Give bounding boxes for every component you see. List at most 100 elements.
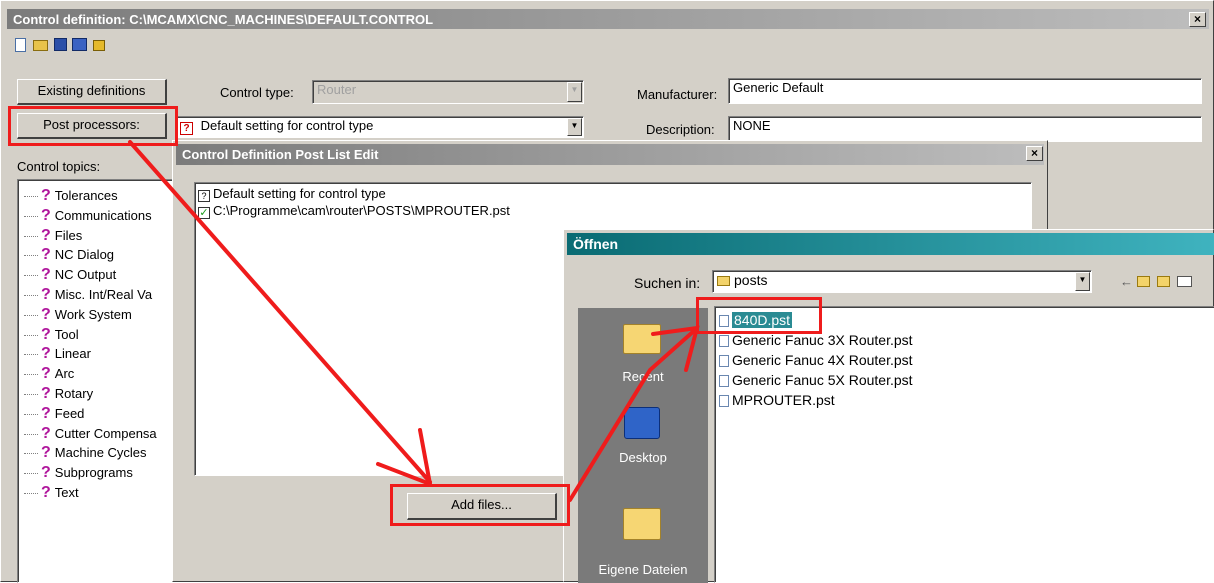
- highlight-add-files: [390, 484, 570, 526]
- tree-topic-item[interactable]: ? Communications: [24, 206, 152, 226]
- question-icon: ?: [41, 385, 51, 402]
- tree-topic-item[interactable]: ? Tolerances: [24, 186, 118, 206]
- tree-connector: [24, 493, 38, 495]
- control-topics-tree[interactable]: ? Tolerances? Communications? Files? NC Dial…: [17, 179, 177, 583]
- look-in-label: Suchen in:: [634, 275, 701, 291]
- unlock-icon[interactable]: [93, 40, 105, 51]
- description-field[interactable]: NONE: [728, 116, 1202, 142]
- post-list-title: Control Definition Post List Edit: [182, 147, 379, 162]
- tree-connector: [24, 433, 38, 435]
- question-icon: ?: [41, 187, 51, 204]
- tree-topic-item[interactable]: ? NC Output: [24, 265, 116, 285]
- question-icon: ?: [41, 365, 51, 383]
- tree-topic-item[interactable]: ? Text: [24, 483, 79, 503]
- post-list-item[interactable]: ✓ C:\Programme\cam\router\POSTS\MPROUTER.…: [198, 202, 510, 219]
- save-icon[interactable]: [54, 38, 67, 51]
- tree-topic-label: NC Dialog: [54, 247, 115, 263]
- tree-topic-label: Linear: [54, 346, 91, 362]
- question-icon: ?: [41, 226, 51, 244]
- description-label: Description:: [646, 122, 715, 137]
- main-title-bar: Control definition: C:\MCAMX\CNC_MACHINE…: [7, 9, 1209, 29]
- question-icon: ?: [41, 444, 51, 462]
- look-in-combo[interactable]: posts ▼: [712, 270, 1092, 293]
- tree-connector: [24, 473, 38, 475]
- post-list-item[interactable]: ? Default setting for control type: [198, 185, 386, 202]
- checkmark-icon: ✓: [198, 207, 210, 219]
- question-icon: ?: [41, 246, 51, 264]
- places-bar: Recent Desktop Eigene Dateien: [578, 308, 708, 583]
- tree-topic-label: Feed: [54, 405, 85, 421]
- toolbar: [13, 35, 133, 55]
- my-documents-label: Eigene Dateien: [598, 562, 688, 577]
- tree-topic-item[interactable]: ? Cutter Compensa: [24, 424, 157, 444]
- tree-topic-item[interactable]: ? Feed: [24, 404, 84, 424]
- tree-topic-item[interactable]: ? Machine Cycles: [24, 443, 147, 463]
- highlight-840d-file: [696, 297, 822, 334]
- file-item[interactable]: Generic Fanuc 5X Router.pst: [719, 371, 913, 390]
- tree-topic-item[interactable]: ? Work System: [24, 305, 132, 325]
- recent-folder-icon: [623, 324, 661, 354]
- tree-topic-item[interactable]: ? Subprograms: [24, 463, 133, 483]
- chevron-down-icon[interactable]: ▼: [1075, 272, 1090, 291]
- main-close-button[interactable]: ×: [1189, 12, 1206, 27]
- file-name: MPROUTER.pst: [732, 392, 835, 408]
- post-item-label: C:\Programme\cam\router\POSTS\MPROUTER.p…: [213, 203, 510, 218]
- pst-file-icon: [719, 355, 729, 367]
- file-item[interactable]: MPROUTER.pst: [719, 391, 835, 410]
- tree-topic-item[interactable]: ? Rotary: [24, 384, 93, 404]
- tree-topic-label: Tool: [54, 326, 79, 342]
- desktop-label: Desktop: [619, 450, 667, 465]
- new-folder-icon[interactable]: [1157, 276, 1170, 287]
- post-processor-combo[interactable]: ? Default setting for control type ▼: [175, 116, 584, 138]
- new-file-icon[interactable]: [15, 38, 26, 52]
- view-menu-icon[interactable]: [1177, 276, 1192, 287]
- save-as-icon[interactable]: [72, 38, 87, 51]
- tree-connector: [24, 413, 38, 415]
- tree-connector: [24, 314, 38, 316]
- tree-connector: [24, 334, 38, 336]
- existing-definitions-button[interactable]: Existing definitions: [17, 79, 167, 105]
- desktop-place[interactable]: Desktop: [578, 405, 708, 480]
- question-icon: ?: [41, 464, 51, 482]
- tree-topic-item[interactable]: ? Misc. Int/Real Va: [24, 285, 152, 305]
- pst-file-icon: [719, 335, 729, 347]
- question-icon: ?: [41, 266, 51, 284]
- tree-connector: [24, 196, 38, 198]
- tree-topic-label: Misc. Int/Real Va: [54, 287, 153, 302]
- tree-topic-label: Tolerances: [54, 188, 118, 203]
- tree-connector: [24, 354, 38, 356]
- tree-topic-label: Files: [54, 227, 83, 243]
- look-in-value: posts: [734, 272, 768, 288]
- file-list[interactable]: 840D.pst Generic Fanuc 3X Router.pst Gener…: [714, 306, 1214, 583]
- close-icon: ×: [1193, 12, 1201, 26]
- my-documents-place[interactable]: Eigene Dateien: [578, 496, 708, 581]
- file-name: Generic Fanuc 3X Router.pst: [732, 332, 913, 348]
- question-icon: ?: [41, 286, 51, 303]
- open-file-icon[interactable]: [33, 40, 48, 51]
- manufacturer-field[interactable]: Generic Default: [728, 78, 1202, 104]
- folder-icon: [717, 276, 730, 286]
- tree-topic-label: Rotary: [54, 386, 94, 401]
- pst-file-icon: [719, 395, 729, 407]
- recent-place[interactable]: Recent: [578, 318, 708, 388]
- post-list-close-button[interactable]: ×: [1026, 146, 1043, 161]
- tree-topic-label: Cutter Compensa: [54, 425, 157, 441]
- chevron-down-icon[interactable]: ▼: [567, 82, 582, 102]
- file-item[interactable]: Generic Fanuc 4X Router.pst: [719, 351, 913, 370]
- control-type-combo[interactable]: Router ▼: [312, 80, 584, 104]
- question-icon: ?: [41, 345, 51, 363]
- tree-topic-item[interactable]: ? Files: [24, 226, 82, 246]
- chevron-down-icon[interactable]: ▼: [567, 118, 582, 136]
- post-list-title-bar: Control Definition Post List Edit: [176, 144, 1044, 165]
- tree-topic-label: Arc: [54, 366, 75, 382]
- question-icon: ?: [41, 404, 51, 422]
- tree-connector: [24, 295, 38, 297]
- tree-topic-item[interactable]: ? NC Dialog: [24, 245, 114, 265]
- open-file-dialog: Öffnen Suchen in: posts ▼ ← Recent Deskt…: [563, 229, 1214, 583]
- tree-topic-item[interactable]: ? Tool: [24, 325, 79, 345]
- tree-connector: [24, 255, 38, 257]
- back-icon[interactable]: ←: [1120, 274, 1133, 289]
- tree-topic-item[interactable]: ? Arc: [24, 364, 74, 384]
- tree-topic-item[interactable]: ? Linear: [24, 344, 91, 364]
- up-folder-icon[interactable]: [1137, 276, 1150, 287]
